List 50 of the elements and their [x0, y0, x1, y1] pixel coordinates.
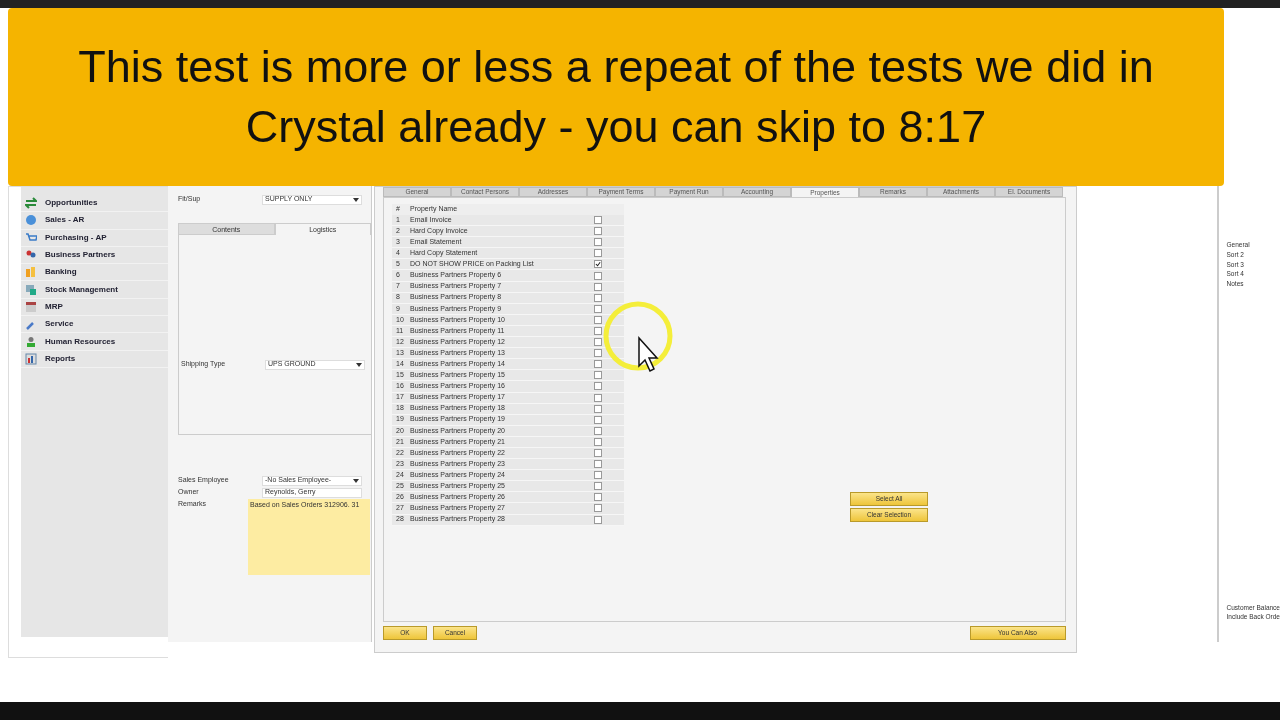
checkbox[interactable] [594, 437, 602, 446]
checkbox[interactable] [594, 471, 602, 480]
checkbox[interactable] [594, 449, 602, 457]
sidebar-item[interactable]: Reports [21, 350, 168, 368]
checkbox[interactable] [594, 315, 602, 324]
coins-icon [25, 266, 37, 279]
checkbox[interactable] [594, 415, 602, 424]
sidebar-item[interactable]: Service [21, 316, 168, 334]
dropdown-arrow-icon [353, 478, 359, 483]
circle-icon [25, 214, 37, 227]
checkbox[interactable] [594, 338, 602, 347]
checkbox[interactable] [594, 493, 602, 502]
checkbox[interactable] [594, 238, 602, 247]
calendar-icon [25, 300, 37, 313]
sidebar-item[interactable]: Business Partners [21, 246, 168, 265]
boxes-icon [25, 283, 37, 296]
checkbox[interactable] [594, 282, 602, 291]
checkbox[interactable] [594, 482, 602, 491]
checkbox[interactable] [594, 271, 602, 280]
caption-banner: This test is more or less a repeat of the tests we did in Crystal already - you can skip to 8:17 [8, 8, 1224, 186]
checkbox[interactable] [594, 216, 602, 225]
checkbox[interactable] [594, 293, 602, 302]
dropdown-arrow-icon [356, 362, 362, 367]
checkbox[interactable] [594, 393, 602, 402]
checkbox[interactable] [594, 504, 602, 513]
dropdown-arrow-icon [353, 197, 359, 202]
sidebar-item[interactable]: MRP [21, 298, 168, 317]
sidebar-item[interactable]: Human Resources [21, 333, 168, 351]
sidebar-item[interactable]: Opportunities [21, 195, 168, 213]
checkbox[interactable] [594, 460, 602, 469]
checkbox[interactable] [594, 260, 602, 269]
checkbox[interactable] [594, 360, 602, 369]
cart-icon [25, 231, 37, 244]
checkbox[interactable] [594, 382, 602, 391]
arrows-icon [25, 197, 37, 210]
checkbox[interactable] [594, 304, 602, 313]
checkbox[interactable] [594, 327, 602, 335]
checkbox[interactable] [594, 515, 602, 524]
checkbox[interactable] [594, 349, 602, 358]
sidebar-item[interactable]: Banking [21, 264, 168, 282]
chart-icon [25, 352, 37, 365]
person-icon [25, 335, 37, 348]
checkbox[interactable] [594, 249, 602, 258]
checkbox[interactable] [594, 371, 602, 380]
checkbox[interactable] [594, 227, 602, 236]
sidebar-item[interactable]: Sales - AR [21, 212, 168, 230]
checkbox[interactable] [594, 404, 602, 413]
sidebar-item[interactable]: Stock Management [21, 281, 168, 299]
sidebar-item[interactable]: Purchasing - AP [21, 229, 168, 247]
checkbox[interactable] [594, 426, 602, 435]
